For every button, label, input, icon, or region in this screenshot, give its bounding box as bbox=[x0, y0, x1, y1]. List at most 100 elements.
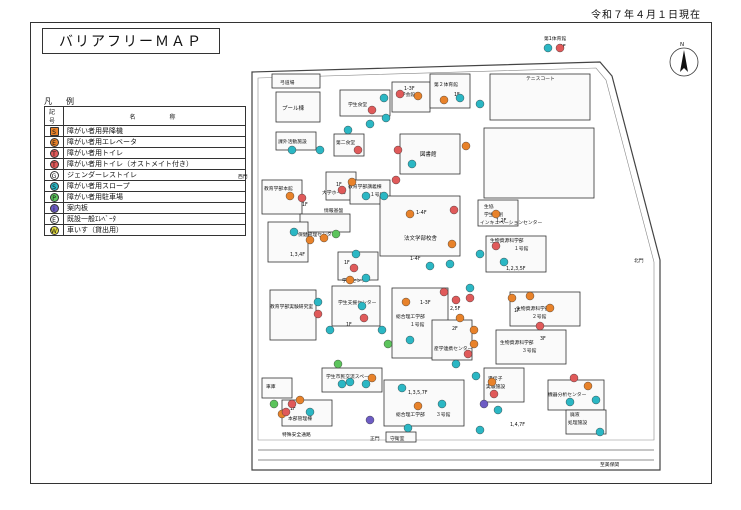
label-waste-sub: 処理施設 bbox=[568, 419, 587, 426]
accessibility-marker bbox=[345, 377, 355, 387]
building-bio3 bbox=[495, 329, 567, 365]
accessibility-marker bbox=[325, 325, 335, 335]
accessibility-marker bbox=[281, 407, 291, 417]
label-incubation: インキュベーションセンター bbox=[480, 219, 542, 226]
accessibility-marker bbox=[535, 321, 545, 331]
accessibility-marker bbox=[393, 145, 403, 155]
label-garage: 車庫 bbox=[266, 383, 276, 390]
accessibility-marker bbox=[471, 371, 481, 381]
accessibility-marker bbox=[395, 89, 405, 99]
accessibility-marker bbox=[465, 283, 475, 293]
accessibility-marker bbox=[297, 193, 307, 203]
accessibility-marker bbox=[583, 381, 593, 391]
accessibility-marker bbox=[287, 399, 297, 409]
label-second-cafeteria: 第二食堂 bbox=[336, 139, 355, 146]
label-education-main: 教育学部本館 bbox=[264, 185, 293, 192]
accessibility-marker bbox=[383, 339, 393, 349]
floor-label: 2,5F bbox=[450, 306, 461, 312]
building-education-main bbox=[261, 179, 303, 215]
label-library: 図書館 bbox=[420, 150, 437, 158]
accessibility-marker bbox=[479, 399, 489, 409]
label-north-gate: 北門 bbox=[634, 257, 644, 264]
building-gym2 bbox=[429, 73, 471, 109]
accessibility-marker bbox=[269, 399, 279, 409]
accessibility-marker bbox=[487, 377, 497, 387]
label-guard: 守衛室 bbox=[390, 435, 405, 442]
accessibility-marker bbox=[379, 93, 389, 103]
accessibility-marker bbox=[439, 95, 449, 105]
accessibility-marker bbox=[475, 99, 485, 109]
label-student-support: 学生支援センター bbox=[338, 299, 377, 306]
north-arrow: N bbox=[669, 42, 699, 77]
accessibility-marker bbox=[345, 275, 355, 285]
accessibility-marker bbox=[361, 191, 371, 201]
accessibility-marker bbox=[413, 91, 423, 101]
label-safety-road: 特殊安全通路 bbox=[282, 431, 311, 438]
building-edu-exp bbox=[269, 289, 317, 341]
accessibility-marker bbox=[447, 239, 457, 249]
label-eng3-no: ３号館 bbox=[436, 411, 451, 418]
label-west-gate: 西門 bbox=[238, 174, 248, 180]
accessibility-marker bbox=[469, 339, 479, 349]
accessibility-marker bbox=[525, 291, 535, 301]
label-eng3: 総合理工学部 bbox=[396, 411, 425, 418]
label-health: 保健管理センター bbox=[298, 231, 337, 238]
accessibility-marker bbox=[377, 325, 387, 335]
accessibility-marker bbox=[365, 415, 375, 425]
label-cafeteria: 学生食堂 bbox=[348, 101, 367, 108]
accessibility-marker bbox=[437, 399, 447, 409]
label-bio2: 生物資源科学部 bbox=[516, 305, 550, 312]
accessibility-marker bbox=[331, 229, 341, 239]
accessibility-marker bbox=[489, 389, 499, 399]
floor-label: 1F bbox=[514, 308, 520, 314]
label-bio1-no: １号館 bbox=[514, 245, 529, 252]
accessibility-marker bbox=[493, 405, 503, 415]
floor-label: 1,3,5,7F bbox=[408, 390, 428, 396]
accessibility-marker bbox=[405, 209, 415, 219]
accessibility-marker bbox=[413, 401, 423, 411]
label-info: 情報基盤 bbox=[324, 207, 343, 214]
floor-label: 1-3F bbox=[420, 300, 431, 306]
accessibility-marker bbox=[347, 177, 357, 187]
north-label: N bbox=[680, 42, 684, 48]
label-hq: 本部管理棟 bbox=[288, 415, 312, 422]
accessibility-marker bbox=[475, 249, 485, 259]
floor-label: 1,2F bbox=[496, 218, 507, 224]
floor-label: 1-4F bbox=[410, 256, 421, 262]
label-gym2: 第２体育館 bbox=[434, 81, 458, 88]
accessibility-marker bbox=[445, 259, 455, 269]
building-eng3 bbox=[383, 379, 465, 427]
label-eng1-no: １号館 bbox=[410, 321, 425, 328]
accessibility-marker bbox=[343, 125, 353, 135]
label-edu-exp: 教育学部実験研究室 bbox=[270, 303, 313, 310]
accessibility-marker bbox=[365, 119, 375, 129]
accessibility-marker bbox=[359, 313, 369, 323]
label-bio3: 生物資源科学部 bbox=[500, 339, 534, 346]
accessibility-marker bbox=[313, 297, 323, 307]
label-pool: プール棟 bbox=[282, 104, 305, 112]
accessibility-marker bbox=[491, 241, 501, 251]
label-tennis: テニスコート bbox=[526, 76, 555, 82]
accessibility-marker bbox=[337, 379, 347, 389]
accessibility-marker bbox=[455, 313, 465, 323]
floor-label: 2F bbox=[452, 326, 458, 332]
label-archery: 弓道場 bbox=[280, 79, 295, 86]
accessibility-marker bbox=[591, 395, 601, 405]
building-student-support bbox=[331, 285, 381, 327]
accessibility-marker bbox=[465, 293, 475, 303]
floor-label: 1F bbox=[344, 260, 350, 266]
accessibility-marker bbox=[555, 43, 565, 53]
floor-label: 1-4F bbox=[416, 210, 427, 216]
floor-label: 1F bbox=[346, 322, 352, 328]
accessibility-marker bbox=[319, 233, 329, 243]
accessibility-marker bbox=[499, 257, 509, 267]
floor-label: 3F bbox=[540, 336, 546, 342]
accessibility-marker bbox=[595, 427, 605, 437]
accessibility-marker bbox=[361, 379, 371, 389]
label-mihonoseki: 至美保関 bbox=[600, 461, 619, 468]
accessibility-marker bbox=[569, 373, 579, 383]
accessibility-marker bbox=[337, 185, 347, 195]
accessibility-marker bbox=[361, 273, 371, 283]
accessibility-marker bbox=[449, 205, 459, 215]
floor-label: 1,4,7F bbox=[510, 422, 525, 428]
